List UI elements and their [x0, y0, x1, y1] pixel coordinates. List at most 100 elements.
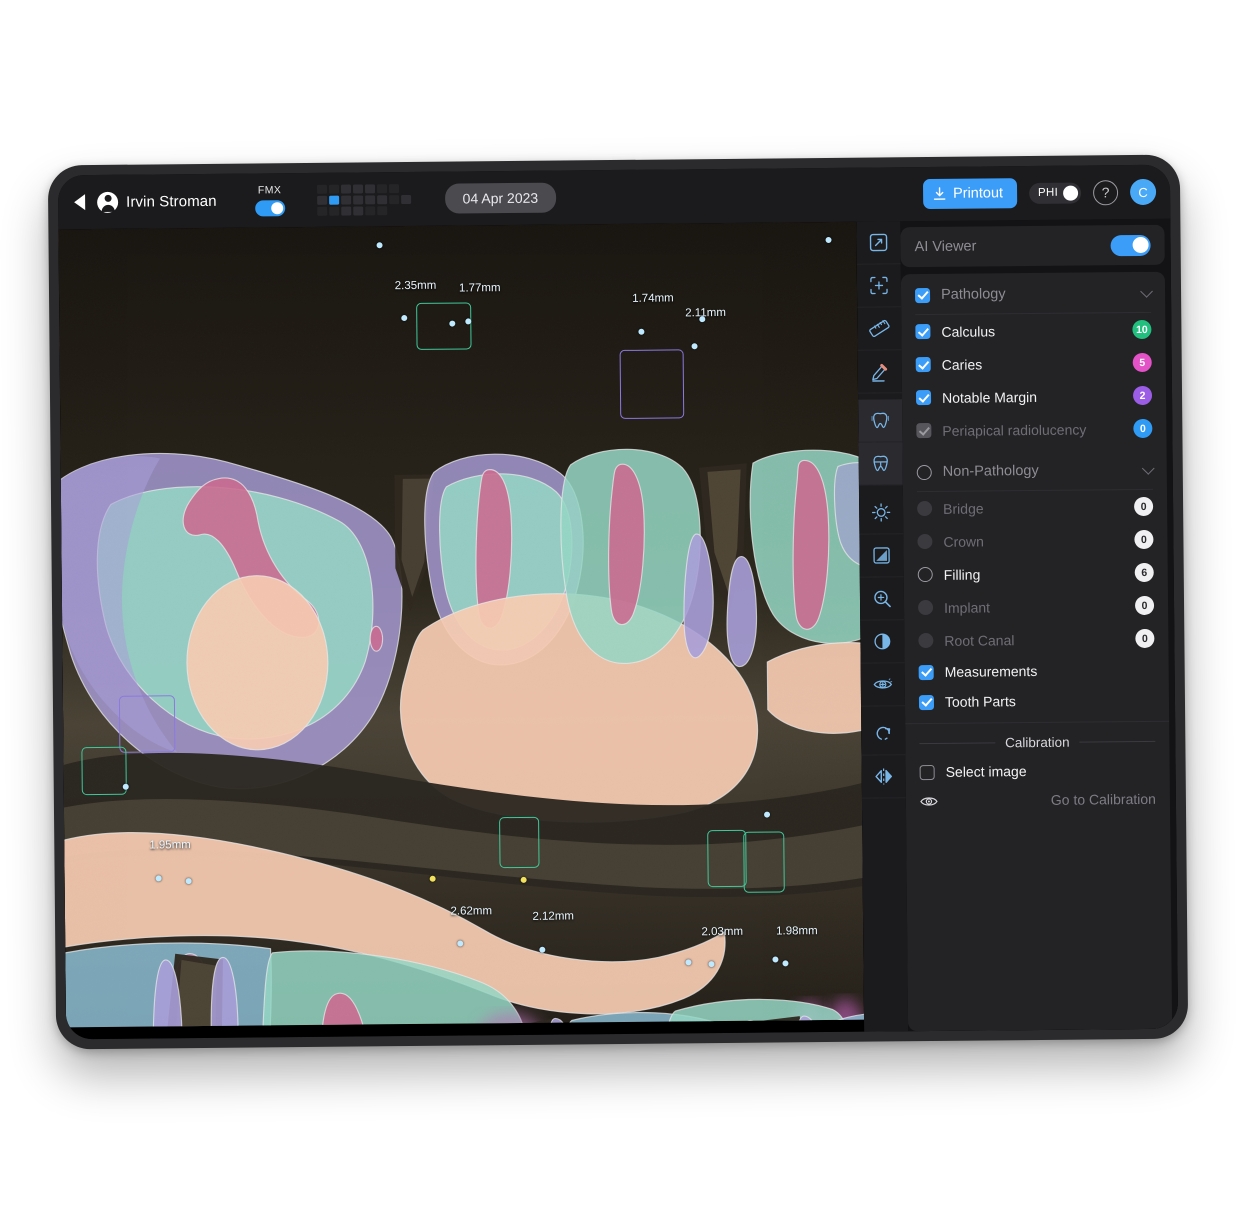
tool-sharpen-eye-icon[interactable]: [860, 663, 906, 707]
finding-row-periapical-radiolucency[interactable]: Periapical radiolucency 0: [902, 412, 1166, 448]
checkbox-filling[interactable]: [917, 566, 933, 583]
tool-ruler-measure-icon[interactable]: [857, 307, 902, 351]
calibration-title-row: Calibration: [919, 734, 1156, 751]
finding-row-tooth-parts[interactable]: Tooth Parts: [905, 685, 1169, 718]
fmx-cell[interactable]: [352, 183, 363, 194]
tool-tooth-parts-icon[interactable]: [858, 442, 903, 486]
phi-toggle[interactable]: PHI: [1028, 182, 1082, 204]
checkbox-implant[interactable]: [917, 599, 934, 616]
tool-zoom-in-icon[interactable]: [859, 577, 905, 621]
finding-row-bridge[interactable]: Bridge 0: [903, 490, 1167, 526]
fmx-cell[interactable]: [328, 184, 339, 194]
finding-row-notable-margin[interactable]: Notable Margin 2: [902, 379, 1166, 415]
invert-contrast-icon: [874, 633, 891, 650]
fmx-cell[interactable]: [340, 206, 351, 216]
fmx-cell[interactable]: [340, 184, 351, 194]
measurement-endpoint: [691, 343, 698, 350]
checkbox-measurements[interactable]: [918, 664, 934, 680]
select-image-checkbox[interactable]: [919, 764, 935, 780]
tool-crop-selection-icon[interactable]: [856, 264, 902, 308]
fmx-cell[interactable]: [352, 194, 363, 205]
annotation-overlay: 2.35mm 1.77mm 1.74mm 2.11mm 1.95mm 2.62mm 2.12…: [58, 222, 865, 1040]
back-arrow-icon[interactable]: [74, 194, 86, 211]
account-avatar-button[interactable]: C: [1129, 178, 1157, 206]
checkbox-periapical-radiolucency[interactable]: [916, 422, 932, 439]
fmx-cell[interactable]: [364, 194, 375, 204]
finding-row-filling[interactable]: Filling 6: [904, 556, 1168, 592]
finding-row-crown[interactable]: Crown 0: [903, 523, 1167, 559]
fmx-toggle-group[interactable]: FMX: [254, 184, 285, 217]
checkbox-calculus[interactable]: [915, 323, 931, 340]
measurement-endpoint: [825, 236, 832, 243]
printout-button[interactable]: Printout: [922, 178, 1018, 210]
finding-row-caries[interactable]: Caries 5: [902, 346, 1166, 382]
calibration-section: Calibration Select image Go to Calibrati…: [905, 720, 1171, 824]
checkbox-root-canal[interactable]: [918, 632, 934, 649]
measurement-endpoint: [122, 784, 129, 791]
tool-contrast-gradient-icon[interactable]: [859, 534, 904, 578]
fmx-cell[interactable]: [364, 183, 375, 193]
account-initial: C: [1138, 184, 1148, 200]
tool-fit-to-window-icon[interactable]: [856, 221, 901, 265]
finding-label: Calculus: [941, 322, 996, 340]
measurement-label: 2.12mm: [532, 910, 575, 923]
measurement-endpoint: [685, 959, 692, 966]
measurement-endpoint: [155, 875, 162, 882]
checkbox-caries[interactable]: [915, 356, 931, 373]
calibration-select-image-row[interactable]: Select image: [919, 762, 1156, 780]
calibration-footer: Go to Calibration: [920, 791, 1156, 809]
finding-row-implant[interactable]: Implant 0: [904, 589, 1168, 625]
non-pathology-group-header[interactable]: Non-Pathology: [903, 445, 1167, 492]
finding-label: Tooth Parts: [944, 693, 1016, 710]
user-avatar-icon: [97, 191, 119, 213]
fmx-cell[interactable]: [388, 183, 399, 193]
finding-row-calculus[interactable]: Calculus 10: [901, 313, 1165, 349]
fmx-cell[interactable]: [340, 195, 351, 205]
xray-viewport[interactable]: 2.35mm 1.77mm 1.74mm 2.11mm 1.95mm 2.62mm 2.12…: [58, 221, 865, 1040]
finding-row-root-canal[interactable]: Root Canal 0: [904, 622, 1168, 658]
measurement-label: 2.35mm: [394, 279, 437, 292]
fmx-cell[interactable]: [376, 205, 387, 215]
fmx-cell[interactable]: [400, 194, 411, 204]
finding-row-measurements[interactable]: Measurements: [905, 655, 1169, 688]
fmx-toggle[interactable]: [254, 200, 285, 217]
fmx-cell[interactable]: [316, 184, 327, 194]
detection-box-calculus: [743, 831, 786, 893]
ai-viewer-toggle[interactable]: [1110, 234, 1151, 256]
fmx-cell[interactable]: [328, 206, 339, 216]
fmx-cell[interactable]: [316, 195, 327, 205]
checkbox-tooth-parts[interactable]: [918, 694, 935, 710]
tablet-screen: Irvin Stroman FMX 04 Apr 2023 Printout P…: [57, 164, 1179, 1040]
go-to-calibration-link[interactable]: Go to Calibration: [1051, 791, 1156, 808]
checkbox-notable-margin[interactable]: [915, 389, 932, 406]
fmx-layout-minimap[interactable]: [316, 183, 411, 216]
tool-tooth-chart-icon[interactable]: [858, 399, 903, 443]
fmx-cell[interactable]: [376, 194, 387, 204]
checkbox-crown[interactable]: [917, 533, 933, 550]
tool-flip-horizontal-icon[interactable]: [861, 755, 906, 799]
fmx-cell[interactable]: [376, 183, 387, 193]
tool-invert-contrast-icon[interactable]: [860, 620, 905, 664]
patient-chip[interactable]: Irvin Stroman: [97, 190, 217, 213]
tool-annotate-pen-icon[interactable]: [857, 350, 903, 394]
fmx-cell[interactable]: [388, 194, 399, 204]
help-button[interactable]: ?: [1092, 179, 1119, 205]
measurement-endpoint: [448, 320, 456, 327]
tool-brightness-icon[interactable]: [858, 491, 904, 535]
study-date-pill[interactable]: 04 Apr 2023: [444, 182, 557, 214]
fmx-cell[interactable]: [364, 205, 375, 215]
zoom-in-icon: [874, 590, 891, 608]
help-label: ?: [1101, 184, 1110, 201]
fmx-cell[interactable]: [328, 195, 339, 205]
fmx-cell[interactable]: [316, 206, 327, 216]
pathology-group-header[interactable]: Pathology: [901, 272, 1165, 315]
flip-horizontal-icon: [875, 768, 892, 785]
chevron-down-icon[interactable]: [1141, 461, 1155, 475]
fmx-cell[interactable]: [352, 205, 363, 216]
checkbox-bridge[interactable]: [917, 500, 933, 517]
tool-rotate-icon[interactable]: [861, 712, 906, 756]
pathology-group-checkbox[interactable]: [914, 287, 931, 303]
pathology-item-list: Calculus 10 Caries 5 Notable Margin 2 Periapic…: [901, 313, 1166, 448]
non-pathology-group-checkbox[interactable]: [916, 464, 932, 480]
chevron-down-icon[interactable]: [1140, 284, 1153, 298]
